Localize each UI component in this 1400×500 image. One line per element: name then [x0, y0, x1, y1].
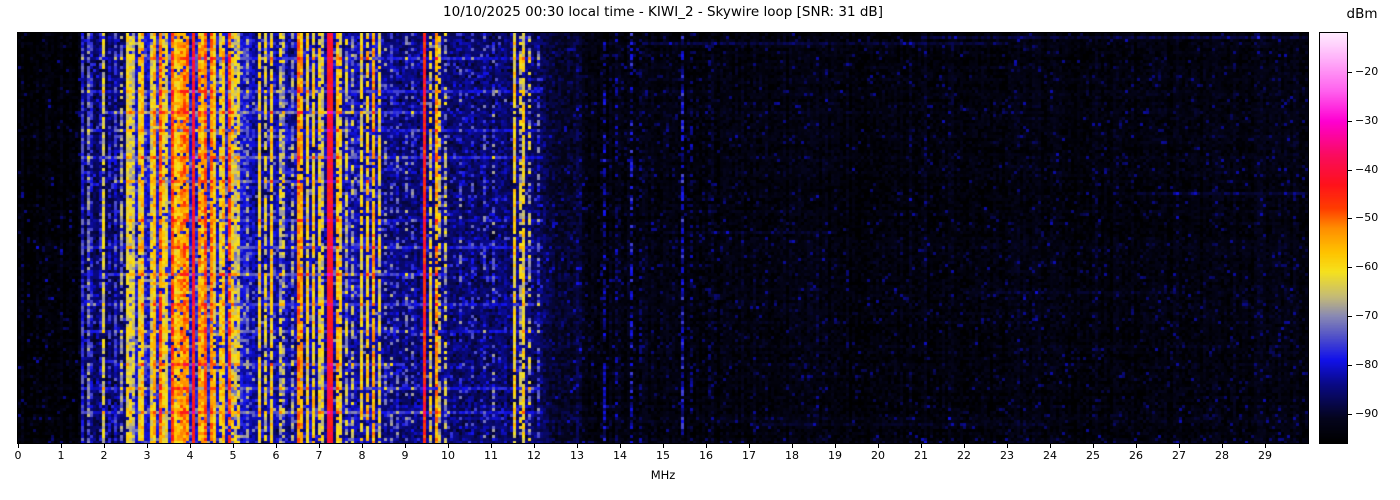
colorbar-tick-mark [1348, 364, 1352, 366]
x-tick-label: 28 [1215, 449, 1229, 462]
x-tick-mark [620, 444, 621, 448]
colorbar-tick-label: −90 [1355, 406, 1379, 420]
x-tick-label: 12 [527, 449, 541, 462]
x-axis-label: MHz [650, 468, 676, 482]
x-tick-label: 29 [1258, 449, 1272, 462]
x-tick-label: 13 [570, 449, 584, 462]
colorbar-tick-mark [1348, 169, 1352, 171]
colorbar-tick-label: −50 [1355, 211, 1379, 225]
x-tick-label: 21 [914, 449, 928, 462]
colorbar-tick-label: −70 [1355, 309, 1379, 323]
x-tick-label: 5 [229, 449, 237, 462]
x-tick-label: 1 [57, 449, 65, 462]
x-tick-mark [1136, 444, 1137, 448]
x-tick-mark [233, 444, 234, 448]
x-tick-mark [1222, 444, 1223, 448]
x-tick-label: 26 [1129, 449, 1143, 462]
colorbar-tick-mark [1348, 72, 1352, 74]
x-tick-label: 17 [742, 449, 756, 462]
x-tick-mark [147, 444, 148, 448]
colorbar-tick-mark [1348, 267, 1352, 269]
x-tick-mark [405, 444, 406, 448]
x-tick-mark [104, 444, 105, 448]
colorbar-tick-mark [1348, 218, 1352, 220]
x-tick-mark [921, 444, 922, 448]
x-tick-mark [749, 444, 750, 448]
x-tick-mark [964, 444, 965, 448]
x-tick-label: 20 [871, 449, 885, 462]
x-tick-mark [362, 444, 363, 448]
colorbar-tick-label: −40 [1355, 162, 1379, 176]
x-tick-label: 0 [14, 449, 22, 462]
x-tick-label: 8 [358, 449, 366, 462]
x-tick-label: 14 [613, 449, 627, 462]
x-tick-mark [1007, 444, 1008, 448]
spectrogram-canvas [17, 32, 1309, 444]
colorbar-unit-label: dBm [1346, 6, 1378, 22]
x-tick-mark [319, 444, 320, 448]
x-tick-mark [1265, 444, 1266, 448]
x-tick-mark [878, 444, 879, 448]
x-tick-mark [1050, 444, 1051, 448]
x-tick-label: 6 [272, 449, 280, 462]
x-tick-mark [663, 444, 664, 448]
x-tick-mark [1093, 444, 1094, 448]
x-tick-label: 15 [656, 449, 670, 462]
x-tick-label: 3 [143, 449, 151, 462]
colorbar-tick-label: −20 [1355, 65, 1379, 79]
x-tick-mark [18, 444, 19, 448]
x-tick-label: 23 [1000, 449, 1014, 462]
x-tick-mark [491, 444, 492, 448]
x-tick-mark [448, 444, 449, 448]
x-tick-mark [792, 444, 793, 448]
spectrogram-figure: 10/10/2025 00:30 local time - KIWI_2 - S… [0, 0, 1400, 500]
x-tick-label: 7 [315, 449, 323, 462]
x-tick-mark [61, 444, 62, 448]
x-tick-label: 4 [186, 449, 194, 462]
x-tick-mark [276, 444, 277, 448]
colorbar-tick-mark [1348, 120, 1352, 122]
x-tick-label: 18 [785, 449, 799, 462]
x-tick-mark [1179, 444, 1180, 448]
colorbar-tick-label: −30 [1355, 113, 1379, 127]
colorbar-tick-label: −80 [1355, 357, 1379, 371]
colorbar-tick-label: −60 [1355, 260, 1379, 274]
x-tick-label: 9 [401, 449, 409, 462]
x-tick-label: 16 [699, 449, 713, 462]
colorbar-tick-mark [1348, 316, 1352, 318]
x-tick-label: 2 [100, 449, 108, 462]
x-tick-mark [190, 444, 191, 448]
x-tick-label: 22 [957, 449, 971, 462]
x-tick-label: 27 [1172, 449, 1186, 462]
x-tick-mark [706, 444, 707, 448]
chart-title: 10/10/2025 00:30 local time - KIWI_2 - S… [443, 4, 883, 20]
colorbar-canvas [1319, 32, 1348, 444]
colorbar-tick-mark [1348, 413, 1352, 415]
x-tick-label: 10 [441, 449, 455, 462]
x-tick-label: 25 [1086, 449, 1100, 462]
x-tick-label: 11 [484, 449, 498, 462]
x-tick-mark [835, 444, 836, 448]
x-tick-mark [577, 444, 578, 448]
x-tick-label: 19 [828, 449, 842, 462]
x-tick-mark [534, 444, 535, 448]
x-tick-label: 24 [1043, 449, 1057, 462]
